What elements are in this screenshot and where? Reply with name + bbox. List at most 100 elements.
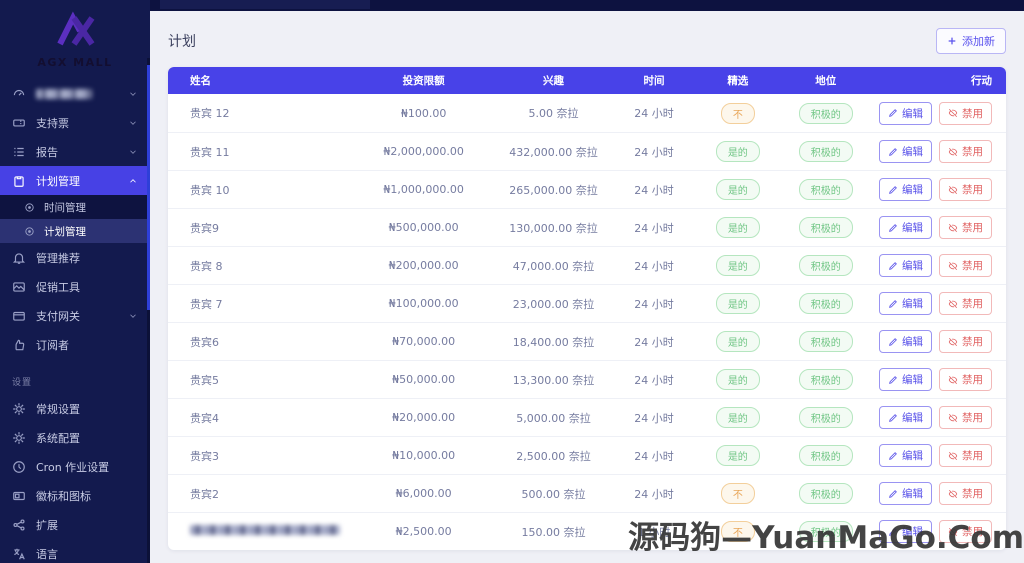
sidebar-item-报告[interactable]: 报告 bbox=[0, 137, 150, 166]
cell-name: 贵宾3 bbox=[190, 449, 219, 463]
edit-button[interactable]: 编辑 bbox=[878, 254, 932, 277]
cell-actions: 编辑 禁用 bbox=[872, 216, 1006, 239]
chevron-down-icon bbox=[128, 89, 138, 99]
sidebar-subitem-计划管理[interactable]: 计划管理 bbox=[0, 219, 150, 243]
cell-actions: 编辑 禁用 bbox=[872, 482, 1006, 505]
disable-button[interactable]: 禁用 bbox=[938, 444, 992, 467]
edit-button[interactable]: 编辑 bbox=[878, 520, 932, 543]
brand-logo[interactable]: AGX MALL bbox=[0, 0, 150, 69]
sidebar-item-徽标和图标[interactable]: 徽标和图标 bbox=[0, 481, 150, 510]
cell-actions: 编辑 禁用 bbox=[872, 140, 1006, 163]
sidebar-subitem-时间管理[interactable]: 时间管理 bbox=[0, 195, 150, 219]
sidebar-item-语言[interactable]: 语言 bbox=[0, 539, 150, 563]
disable-button[interactable]: 禁用 bbox=[938, 101, 992, 125]
pencil-icon bbox=[888, 489, 898, 499]
add-new-button[interactable]: 添加新 bbox=[936, 28, 1006, 54]
disable-button[interactable]: 禁用 bbox=[938, 178, 992, 201]
disable-button[interactable]: 禁用 bbox=[938, 216, 992, 239]
table-header-row: 姓名 投资限额 兴趣 时间 精选 地位 行动 bbox=[168, 67, 1006, 94]
content: 计划 添加新 姓名 投资限额 兴趣 时间 精选 地位 行动 贵宾 12 ₦100.00 5.00… bbox=[150, 28, 1024, 550]
disable-button[interactable]: 禁用 bbox=[938, 330, 992, 353]
cell-investment-limit: ₦20,000.00 bbox=[392, 411, 456, 424]
pencil-icon bbox=[888, 413, 898, 423]
disable-button[interactable]: 禁用 bbox=[938, 368, 992, 391]
sidebar-item-支付网关[interactable]: 支付网关 bbox=[0, 301, 150, 330]
disable-button[interactable]: 禁用 bbox=[938, 254, 992, 277]
cell-featured: 是的 bbox=[696, 407, 780, 428]
featured-badge: 不 bbox=[720, 483, 755, 504]
cell-interest: 5,000.00 奈拉 bbox=[516, 411, 591, 425]
sidebar-item-支持票[interactable]: 支持票 bbox=[0, 108, 150, 137]
status-badge: 积极的 bbox=[798, 483, 853, 504]
sidebar-item-计划管理[interactable]: 计划管理 bbox=[0, 166, 150, 195]
cell-status: 积极的 bbox=[780, 521, 872, 542]
cell-investment-limit: ₦200,000.00 bbox=[388, 259, 459, 272]
sidebar-item-redacted[interactable] bbox=[0, 79, 150, 108]
pencil-icon bbox=[888, 185, 898, 195]
sidebar-item-label: 支付网关 bbox=[36, 309, 80, 323]
disable-button[interactable]: 禁用 bbox=[938, 292, 992, 315]
table-row: 贵宾2 ₦6,000.00 500.00 奈拉 24 小时不积极的 编辑 禁用 bbox=[168, 474, 1006, 512]
edit-button[interactable]: 编辑 bbox=[878, 482, 932, 505]
edit-button[interactable]: 编辑 bbox=[878, 444, 932, 467]
cell-name: 贵宾9 bbox=[190, 221, 219, 235]
pencil-icon bbox=[888, 108, 898, 118]
column-header-投资限额: 投资限额 bbox=[402, 75, 445, 87]
disable-button[interactable]: 禁用 bbox=[938, 482, 992, 505]
status-badge: 积极的 bbox=[798, 179, 853, 200]
cell-investment-limit: ₦500,000.00 bbox=[388, 221, 459, 234]
edit-button[interactable]: 编辑 bbox=[878, 368, 932, 391]
disable-button[interactable]: 禁用 bbox=[938, 140, 992, 163]
cell-time: 24 小时 bbox=[634, 297, 674, 311]
eye-slash-icon bbox=[948, 299, 958, 309]
edit-button[interactable]: 编辑 bbox=[878, 140, 932, 163]
eye-slash-icon bbox=[948, 337, 958, 347]
cell-name: 贵宾6 bbox=[190, 335, 219, 349]
edit-button[interactable]: 编辑 bbox=[878, 292, 932, 315]
sidebar-item-label: 语言 bbox=[36, 547, 58, 561]
circle-dot-icon bbox=[24, 226, 35, 237]
table-body: 贵宾 12 ₦100.00 5.00 奈拉 24 小时不积极的 编辑 禁用 贵宾 11 ₦2,… bbox=[168, 94, 1006, 550]
sidebar-item-Cron 作业设置[interactable]: Cron 作业设置 bbox=[0, 452, 150, 481]
cell-featured: 是的 bbox=[696, 179, 780, 200]
sidebar-item-管理推荐[interactable]: 管理推荐 bbox=[0, 243, 150, 272]
pencil-icon bbox=[888, 299, 898, 309]
plus-icon bbox=[948, 37, 956, 45]
edit-button[interactable]: 编辑 bbox=[878, 330, 932, 353]
cell-time: 24 小时 bbox=[634, 107, 674, 120]
cell-name: 贵宾 12 bbox=[190, 107, 230, 120]
sidebar-section-label: 设置 bbox=[12, 378, 33, 388]
disable-button[interactable]: 禁用 bbox=[938, 406, 992, 429]
sidebar-item-订阅者[interactable]: 订阅者 bbox=[0, 330, 150, 359]
cell-interest: 18,400.00 奈拉 bbox=[512, 335, 595, 349]
topbar-search-edge bbox=[160, 0, 370, 9]
cell-actions: 编辑 禁用 bbox=[872, 368, 1006, 391]
cell-time: 24 小时 bbox=[634, 221, 674, 235]
edit-button[interactable]: 编辑 bbox=[878, 406, 932, 429]
main-area: 计划 添加新 姓名 投资限额 兴趣 时间 精选 地位 行动 贵宾 12 ₦100.00 5.00… bbox=[150, 0, 1024, 563]
sidebar-item-label: 常规设置 bbox=[36, 402, 80, 416]
featured-badge: 是的 bbox=[715, 293, 760, 314]
column-header-精选: 精选 bbox=[727, 75, 749, 87]
cell-featured: 是的 bbox=[696, 255, 780, 276]
sidebar-item-促销工具[interactable]: 促销工具 bbox=[0, 272, 150, 301]
edit-button[interactable]: 编辑 bbox=[878, 101, 932, 125]
cell-name: 贵宾 10 bbox=[190, 183, 230, 197]
sidebar-item-系统配置[interactable]: 系统配置 bbox=[0, 423, 150, 452]
edit-button[interactable]: 编辑 bbox=[878, 216, 932, 239]
chevron-down-icon bbox=[128, 118, 138, 128]
edit-button[interactable]: 编辑 bbox=[878, 178, 932, 201]
sidebar-subitem-label: 计划管理 bbox=[44, 225, 86, 238]
cell-time: 24 小时 bbox=[634, 335, 674, 349]
sidebar-item-扩展[interactable]: 扩展 bbox=[0, 510, 150, 539]
cell-status: 积极的 bbox=[780, 445, 872, 466]
pencil-icon bbox=[888, 337, 898, 347]
status-badge: 积极的 bbox=[798, 102, 853, 124]
featured-badge: 是的 bbox=[715, 217, 760, 238]
sidebar-item-常规设置[interactable]: 常规设置 bbox=[0, 394, 150, 423]
gear-icon bbox=[12, 402, 26, 416]
cell-interest: 130,000.00 奈拉 bbox=[509, 221, 598, 235]
cell-interest: 13,300.00 奈拉 bbox=[512, 373, 595, 387]
disable-button[interactable]: 禁用 bbox=[938, 520, 992, 543]
sidebar-item-label: 报告 bbox=[36, 145, 58, 159]
